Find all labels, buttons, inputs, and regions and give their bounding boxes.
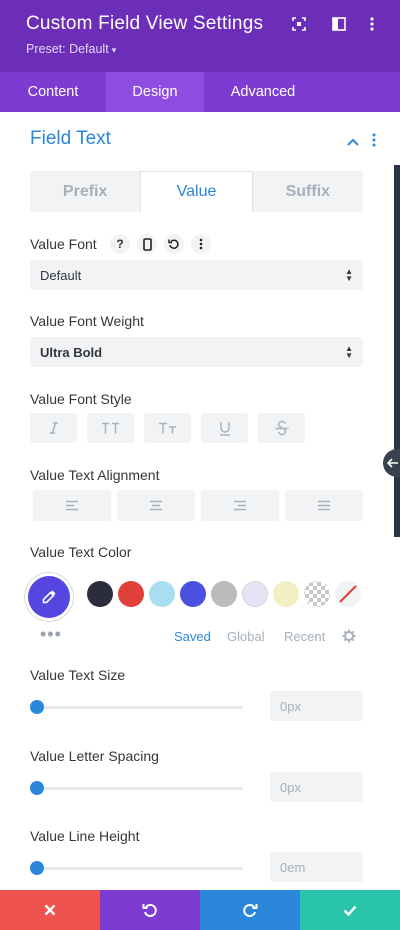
- uppercase-button[interactable]: [87, 413, 134, 443]
- more-colors-icon[interactable]: •••: [40, 624, 62, 645]
- expand-icon[interactable]: [289, 14, 309, 34]
- save-button[interactable]: [300, 890, 400, 930]
- preset-label: Preset: Default: [26, 42, 109, 56]
- check-icon: [343, 905, 357, 916]
- tab-content[interactable]: Content: [0, 72, 106, 112]
- color-swatches: [87, 581, 361, 607]
- preset-caret-icon: ▾: [111, 45, 117, 55]
- section-title[interactable]: Field Text: [30, 128, 111, 150]
- color-tab-global[interactable]: Global: [227, 629, 265, 644]
- align-right-button[interactable]: [201, 490, 279, 521]
- align-left-button[interactable]: [33, 490, 111, 521]
- cancel-button[interactable]: [0, 890, 100, 930]
- text-alignment-buttons: [33, 490, 363, 521]
- value-font-weight-label: Value Font Weight: [30, 313, 144, 329]
- color-settings-gear-icon[interactable]: [342, 629, 356, 648]
- sidebar-toggle-icon[interactable]: [329, 14, 349, 34]
- text-size-slider-track[interactable]: [36, 706, 243, 709]
- subtab-suffix[interactable]: Suffix: [253, 171, 363, 212]
- font-style-buttons: [30, 413, 305, 443]
- value-font-label: Value Font: [30, 236, 97, 252]
- color-tab-recent[interactable]: Recent: [284, 629, 325, 644]
- color-tab-saved[interactable]: Saved: [174, 629, 211, 644]
- color-picker-button[interactable]: [28, 576, 70, 618]
- subtab-prefix[interactable]: Prefix: [30, 171, 140, 212]
- more-options-icon[interactable]: [362, 14, 382, 34]
- swatch-red[interactable]: [118, 581, 144, 607]
- line-height-slider-track[interactable]: [36, 867, 243, 870]
- modal-title: Custom Field View Settings: [26, 13, 264, 34]
- swatch-light-blue[interactable]: [149, 581, 175, 607]
- value-font-select[interactable]: Default ▲ ▼: [30, 260, 363, 290]
- letter-spacing-input[interactable]: 0px: [270, 772, 363, 802]
- resize-handle[interactable]: [383, 449, 400, 477]
- field-more-icon[interactable]: [191, 234, 211, 254]
- underline-button[interactable]: [201, 413, 248, 443]
- value-letter-spacing-label: Value Letter Spacing: [30, 748, 159, 764]
- letter-spacing-slider-track[interactable]: [36, 787, 243, 790]
- settings-tabs: Content Design Advanced: [0, 72, 400, 112]
- field-subtabs: Prefix Value Suffix: [30, 171, 363, 212]
- text-size-input[interactable]: 0px: [270, 691, 363, 721]
- chevron-up-icon[interactable]: [346, 134, 360, 152]
- eyedropper-icon: [42, 590, 56, 604]
- preset-dropdown[interactable]: Preset: Default ▾: [26, 42, 116, 56]
- line-height-slider-thumb[interactable]: [30, 861, 44, 875]
- close-icon: [44, 904, 56, 916]
- swatch-blue[interactable]: [180, 581, 206, 607]
- bottom-action-bar: [0, 890, 400, 930]
- swatch-dark[interactable]: [87, 581, 113, 607]
- reset-icon[interactable]: [164, 234, 184, 254]
- redo-button[interactable]: [200, 890, 300, 930]
- letter-spacing-slider-thumb[interactable]: [30, 781, 44, 795]
- swatch-transparent[interactable]: [304, 581, 330, 607]
- undo-button[interactable]: [100, 890, 200, 930]
- value-font-selected: Default: [40, 267, 82, 283]
- section-more-icon[interactable]: [372, 133, 376, 152]
- value-font-weight-selected: Ultra Bold: [40, 344, 103, 360]
- value-text-color-label: Value Text Color: [30, 544, 132, 560]
- value-font-style-label: Value Font Style: [30, 391, 132, 407]
- small-caps-button[interactable]: [144, 413, 191, 443]
- swatch-cream[interactable]: [273, 581, 299, 607]
- scrollbar[interactable]: [394, 165, 400, 537]
- redo-icon: [243, 904, 258, 917]
- align-justify-button[interactable]: [285, 490, 363, 521]
- tab-design[interactable]: Design: [106, 72, 204, 112]
- italic-button[interactable]: [30, 413, 77, 443]
- swatch-lavender[interactable]: [242, 581, 268, 607]
- swatch-none[interactable]: [335, 581, 361, 607]
- subtab-value[interactable]: Value: [140, 171, 253, 212]
- help-icon[interactable]: ?: [110, 234, 130, 254]
- strikethrough-button[interactable]: [258, 413, 305, 443]
- undo-icon: [142, 904, 157, 917]
- value-text-size-label: Value Text Size: [30, 667, 126, 683]
- swatch-gray[interactable]: [211, 581, 237, 607]
- tab-advanced[interactable]: Advanced: [204, 72, 322, 112]
- value-font-tools: ?: [110, 234, 211, 254]
- value-text-alignment-label: Value Text Alignment: [30, 467, 160, 483]
- line-height-input[interactable]: 0em: [270, 852, 363, 882]
- text-size-slider-thumb[interactable]: [30, 700, 44, 714]
- align-center-button[interactable]: [117, 490, 195, 521]
- responsive-icon[interactable]: [137, 234, 157, 254]
- select-arrows-icon: ▲ ▼: [345, 267, 353, 283]
- value-font-weight-select[interactable]: Ultra Bold ▲ ▼: [30, 337, 363, 367]
- modal-header: Custom Field View Settings Preset: Defau…: [0, 0, 400, 72]
- value-line-height-label: Value Line Height: [30, 828, 140, 844]
- select-arrows-icon: ▲ ▼: [345, 344, 353, 360]
